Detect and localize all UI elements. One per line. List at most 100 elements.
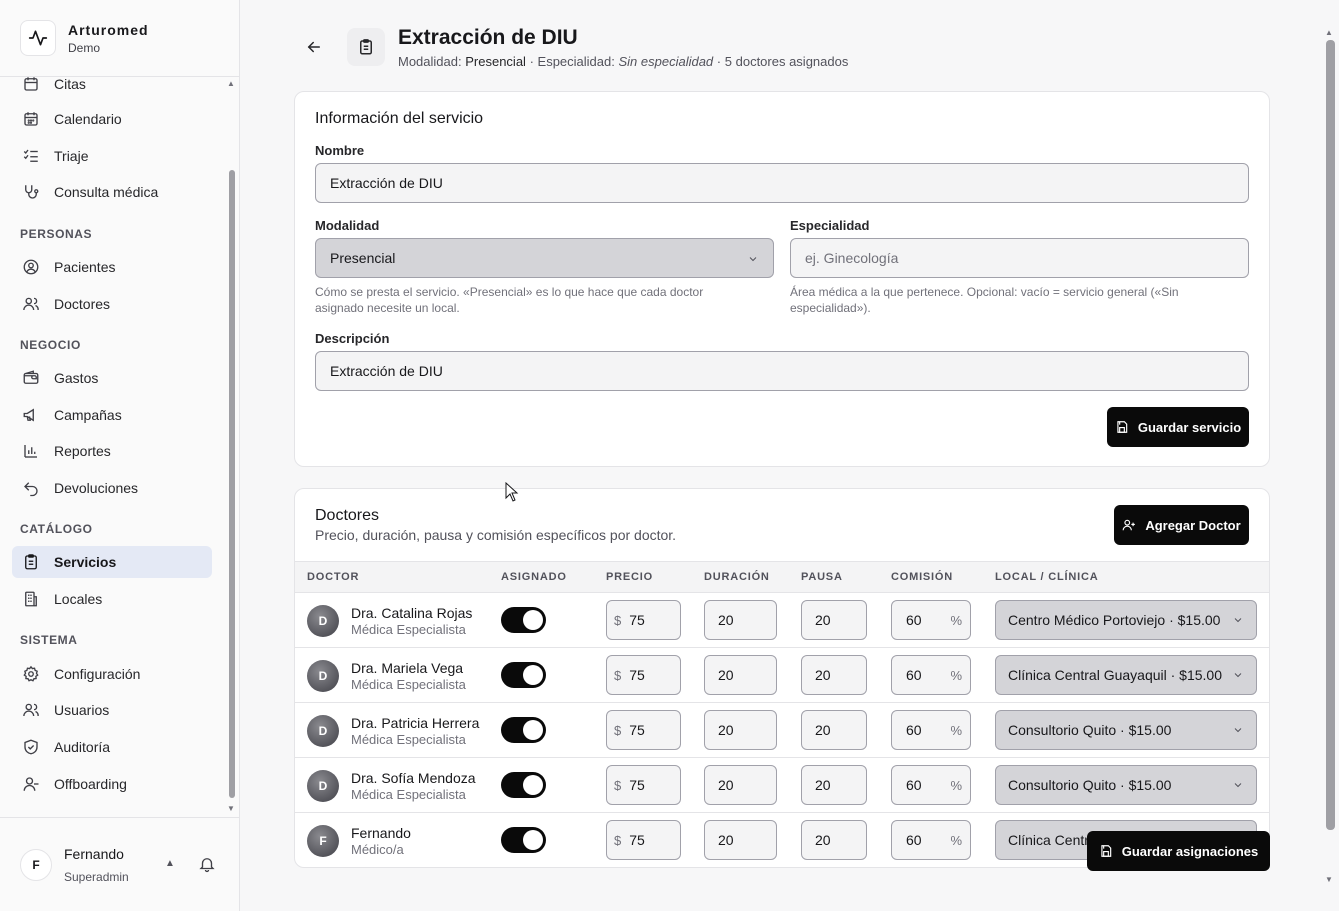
sidebar-item-campanas[interactable]: Campañas: [12, 399, 212, 431]
caret-up-icon[interactable]: ▲: [165, 858, 175, 869]
back-arrow-icon[interactable]: [305, 38, 323, 56]
assigned-toggle[interactable]: [501, 717, 546, 743]
bar-chart-icon: [24, 445, 37, 458]
commission-input[interactable]: 60%: [891, 655, 971, 695]
assigned-toggle[interactable]: [501, 607, 546, 633]
local-select[interactable]: Consultorio Quito · $15.00: [995, 710, 1257, 750]
main-scroll-down-arrow[interactable]: ▼: [1325, 875, 1333, 884]
percent-suffix: %: [950, 667, 962, 683]
avatar: F: [20, 848, 52, 881]
save-service-label: Guardar servicio: [1137, 419, 1242, 435]
user-plus-icon: [1122, 519, 1136, 531]
col-local: LOCAL / CLÍNICA: [995, 571, 1099, 583]
duration-input[interactable]: 20: [704, 655, 777, 695]
main-scrollbar[interactable]: [1326, 40, 1335, 830]
commission-value: 60: [906, 667, 922, 683]
price-input[interactable]: $75: [606, 820, 681, 860]
sidebar-item-reportes[interactable]: Reportes: [12, 435, 212, 467]
save-assignments-button[interactable]: Guardar asignaciones: [1087, 831, 1270, 871]
currency-prefix: $: [614, 832, 622, 848]
currency-prefix: $: [614, 667, 622, 683]
local-select[interactable]: Clínica Central Guayaquil · $15.00: [995, 655, 1257, 695]
doctors-card: Doctores Precio, duración, pausa y comis…: [294, 488, 1270, 868]
pause-input[interactable]: 20: [801, 710, 867, 750]
sidebar-item-doctores[interactable]: Doctores: [12, 288, 212, 320]
sidebar-item-label: Calendario: [54, 111, 122, 127]
sidebar-nav: Citas Calendario Triaje Consulta médica …: [0, 77, 224, 817]
doctor-name: Dra. Sofía Mendoza: [351, 770, 476, 786]
commission-value: 60: [906, 722, 922, 738]
pause-input[interactable]: 20: [801, 820, 867, 860]
add-doctor-button[interactable]: Agregar Doctor: [1114, 505, 1249, 545]
pause-input[interactable]: 20: [801, 600, 867, 640]
sidebar-item-consulta[interactable]: Consulta médica: [12, 176, 212, 208]
pause-input[interactable]: 20: [801, 765, 867, 805]
price-input[interactable]: $75: [606, 765, 681, 805]
sidebar-item-offboarding[interactable]: Offboarding: [12, 768, 212, 800]
commission-input[interactable]: 60%: [891, 600, 971, 640]
nombre-field[interactable]: Extracción de DIU: [315, 163, 1249, 203]
commission-input[interactable]: 60%: [891, 710, 971, 750]
mouse-cursor-icon: [505, 482, 519, 502]
doctor-avatar: D: [307, 770, 339, 802]
user-menu[interactable]: F Fernando Superadmin ▲: [0, 817, 240, 911]
section-sistema: SISTEMA: [20, 633, 78, 647]
sidebar-item-configuracion[interactable]: Configuración: [12, 658, 212, 690]
scroll-down-arrow[interactable]: ▼: [226, 804, 236, 813]
col-pausa: PAUSA: [801, 571, 843, 583]
sidebar-item-locales[interactable]: Locales: [12, 583, 212, 615]
sidebar-item-devoluciones[interactable]: Devoluciones: [12, 472, 212, 504]
scroll-up-arrow[interactable]: ▲: [226, 79, 236, 88]
local-select[interactable]: Consultorio Quito · $15.00: [995, 765, 1257, 805]
bell-icon[interactable]: [198, 855, 216, 873]
sidebar-item-calendario[interactable]: Calendario: [12, 103, 212, 135]
sidebar-item-label: Gastos: [54, 370, 99, 386]
calendar-grid-icon: [24, 112, 38, 126]
doctor-avatar: D: [307, 660, 339, 692]
save-service-button[interactable]: Guardar servicio: [1107, 407, 1249, 447]
sidebar-item-citas[interactable]: Citas: [12, 77, 212, 100]
page-title: Extracción de DIU: [398, 26, 578, 49]
sidebar-item-usuarios[interactable]: Usuarios: [12, 694, 212, 726]
sidebar-item-label: Servicios: [54, 554, 117, 570]
duration-input[interactable]: 20: [704, 765, 777, 805]
commission-input[interactable]: 60%: [891, 765, 971, 805]
descripcion-field[interactable]: Extracción de DIU: [315, 351, 1249, 391]
doctors-count: 5 doctores asignados: [724, 54, 849, 69]
separator: ·: [716, 54, 722, 69]
assigned-toggle[interactable]: [501, 662, 546, 688]
sidebar-item-servicios[interactable]: Servicios: [12, 546, 212, 578]
especialidad-label: Especialidad: [790, 218, 870, 233]
save-assignments-label: Guardar asignaciones: [1121, 843, 1259, 859]
sidebar-item-auditoria[interactable]: Auditoría: [12, 731, 212, 763]
col-duracion: DURACIÓN: [704, 571, 770, 583]
sidebar-item-pacientes[interactable]: Pacientes: [12, 251, 212, 283]
duration-input[interactable]: 20: [704, 600, 777, 640]
duration-input[interactable]: 20: [704, 820, 777, 860]
section-personas: PERSONAS: [20, 227, 93, 241]
price-input[interactable]: $75: [606, 655, 681, 695]
sidebar-scrollbar[interactable]: [229, 170, 235, 798]
pause-input[interactable]: 20: [801, 655, 867, 695]
sidebar-item-triaje[interactable]: Triaje: [12, 140, 212, 172]
sidebar-item-gastos[interactable]: Gastos: [12, 362, 212, 394]
modalidad-label: Modalidad: [315, 218, 380, 233]
duration-input[interactable]: 20: [704, 710, 777, 750]
modalidad-select-value: Presencial: [330, 250, 396, 266]
brand[interactable]: Arturomed Demo: [0, 0, 239, 77]
assigned-toggle[interactable]: [501, 772, 546, 798]
modalidad-select[interactable]: Presencial: [315, 238, 774, 278]
shield-check-icon: [24, 739, 38, 755]
assigned-toggle[interactable]: [501, 827, 546, 853]
especialidad-field[interactable]: ej. Ginecología: [790, 238, 1249, 278]
table-row: D Dra. Sofía Mendoza Médica Especialista $7…: [295, 758, 1269, 813]
chevron-down-icon: [749, 257, 757, 262]
especialidad-label: Especialidad:: [537, 54, 615, 69]
main-scroll-up-arrow[interactable]: ▲: [1325, 28, 1333, 37]
local-select[interactable]: Centro Médico Portoviejo · $15.00: [995, 600, 1257, 640]
table-row: D Dra. Mariela Vega Médica Especialista $75…: [295, 648, 1269, 703]
price-input[interactable]: $75: [606, 600, 681, 640]
price-input[interactable]: $75: [606, 710, 681, 750]
commission-input[interactable]: 60%: [891, 820, 971, 860]
list-checks-icon: [23, 149, 38, 162]
